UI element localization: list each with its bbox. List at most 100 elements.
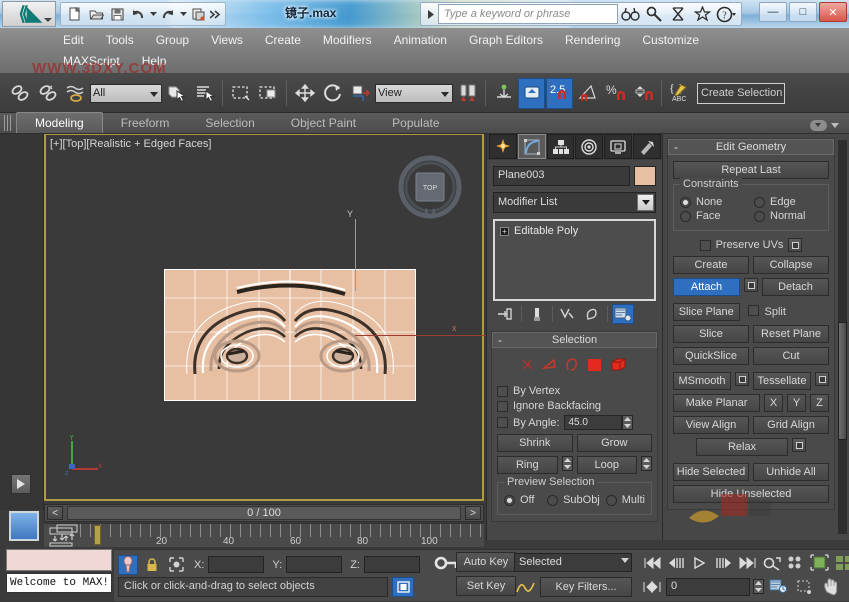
slice-reset-row[interactable]: Slice Reset Plane — [673, 325, 829, 343]
ring-loop-row[interactable]: Ring Loop — [497, 456, 652, 474]
loop-button[interactable]: Loop — [577, 456, 638, 474]
command-panel[interactable]: Plane003 Modifier List + Editable Poly — [486, 134, 662, 540]
ring-spinner[interactable] — [562, 456, 573, 471]
configure-modifier-sets-icon[interactable] — [612, 304, 634, 324]
unlink-icon[interactable] — [34, 78, 61, 109]
mini-curve-editor-icon[interactable] — [55, 523, 79, 545]
quick-access-toolbar[interactable] — [60, 2, 226, 26]
modifier-stack[interactable]: + Editable Poly — [493, 219, 656, 301]
use-pivot-center-icon[interactable] — [454, 78, 481, 109]
menu-tools[interactable]: Tools — [95, 31, 145, 49]
menu-views[interactable]: Views — [200, 31, 254, 49]
make-planar-y-button[interactable]: Y — [787, 394, 806, 412]
star-icon[interactable] — [690, 3, 714, 25]
grow-button[interactable]: Grow — [577, 434, 653, 452]
hierarchy-tab[interactable] — [547, 134, 575, 159]
pin-stack-icon[interactable] — [495, 304, 517, 324]
relax-settings-button[interactable] — [792, 438, 806, 452]
ignore-backfacing-checkbox[interactable] — [497, 401, 508, 412]
unhide-all-button[interactable]: Unhide All — [753, 463, 829, 481]
tab-modeling[interactable]: Modeling — [16, 112, 103, 133]
msmooth-tessellate-row[interactable]: MSmooth Tessellate — [673, 372, 829, 390]
spinner-down-icon[interactable] — [642, 464, 651, 471]
hide-selected-button[interactable]: Hide Selected — [673, 463, 749, 481]
go-to-end-icon[interactable] — [736, 552, 759, 573]
menu-maxscript[interactable]: MAXScript — [52, 52, 131, 70]
attach-settings-button[interactable] — [744, 278, 758, 292]
close-button[interactable]: ✕ — [819, 2, 847, 22]
redo-dropdown-icon[interactable] — [179, 4, 187, 24]
adaptive-degradation-icon[interactable] — [392, 577, 414, 597]
spinner-arrows[interactable] — [622, 415, 633, 430]
edge-icon[interactable] — [542, 357, 558, 376]
next-frame-icon[interactable] — [712, 552, 735, 573]
show-end-result-icon[interactable] — [526, 304, 548, 324]
make-planar-z-button[interactable]: Z — [810, 394, 829, 412]
repeat-last-row[interactable]: Repeat Last — [673, 161, 829, 179]
tab-populate[interactable]: Populate — [374, 113, 457, 133]
constraints-row-2[interactable]: Face Normal — [680, 210, 822, 222]
window-crossing-icon[interactable] — [255, 78, 282, 109]
panel-scrollbar[interactable] — [838, 140, 847, 534]
border-icon[interactable] — [564, 357, 580, 376]
coordinate-display-row[interactable]: X: Y: Z: — [118, 553, 468, 576]
tab-object-paint[interactable]: Object Paint — [273, 113, 374, 133]
frame-spinner[interactable] — [753, 579, 764, 594]
selection-rollout-header[interactable]: - Selection — [492, 332, 657, 348]
open-file-icon[interactable] — [86, 4, 106, 24]
mini-listener-field[interactable] — [6, 549, 112, 571]
preview-off-radio[interactable]: Off — [504, 494, 541, 506]
viewport-label[interactable]: [+][Top][Realistic + Edged Faces] — [50, 138, 211, 150]
coord-x-field[interactable] — [208, 556, 264, 573]
motion-tab[interactable] — [575, 134, 603, 159]
shrink-button[interactable]: Shrink — [497, 434, 573, 452]
menu-group[interactable]: Group — [145, 31, 200, 49]
constraint-none-radio[interactable]: None — [680, 196, 748, 208]
ribbon-expand-button[interactable] — [11, 474, 31, 494]
ribbon-minimize-icon[interactable] — [810, 120, 827, 131]
orbit-icon[interactable] — [845, 576, 849, 597]
quickslice-cut-row[interactable]: QuickSlice Cut — [673, 347, 829, 365]
snaps-toggle-icon[interactable] — [518, 78, 545, 109]
undo-icon[interactable] — [128, 4, 148, 24]
new-file-icon[interactable] — [65, 4, 85, 24]
ribbon-options[interactable] — [810, 120, 839, 133]
modifier-stack-item-editable-poly[interactable]: + Editable Poly — [498, 224, 651, 238]
attach-detach-row[interactable]: Attach Detach — [673, 278, 829, 296]
time-configuration-icon[interactable] — [760, 552, 783, 573]
selection-filter-combo[interactable]: All — [90, 84, 162, 103]
curve-editor-icon[interactable] — [514, 576, 537, 597]
slice-button[interactable]: Slice — [673, 325, 749, 343]
set-project-folder-icon[interactable] — [188, 4, 208, 24]
utilities-tab[interactable] — [633, 134, 661, 159]
search-toolbar[interactable]: Type a keyword or phrase ? — [420, 2, 742, 26]
zoom-region-icon[interactable] — [793, 576, 816, 597]
menu-customize[interactable]: Customize — [631, 31, 710, 49]
zoom-extents-all-icon[interactable] — [784, 552, 807, 573]
prompt-row[interactable]: Click or click-and-drag to select object… — [118, 577, 414, 597]
preview-multi-radio[interactable]: Multi — [606, 494, 645, 506]
save-file-icon[interactable] — [107, 4, 127, 24]
edit-geometry-header[interactable]: - Edit Geometry — [668, 139, 834, 155]
application-menu-button[interactable]: ⟪◣ — [2, 1, 56, 27]
spinner-down-icon[interactable] — [623, 423, 632, 430]
grid-align-button[interactable]: Grid Align — [753, 416, 829, 434]
repeat-last-button[interactable]: Repeat Last — [673, 161, 829, 179]
attach-button[interactable]: Attach — [673, 278, 740, 296]
constraints-row-1[interactable]: None Edge — [680, 196, 822, 208]
ribbon-grip[interactable] — [4, 115, 12, 131]
undo-dropdown-icon[interactable] — [149, 4, 157, 24]
align-row[interactable]: View Align Grid Align — [673, 416, 829, 434]
expand-plus-icon[interactable]: + — [500, 227, 509, 236]
select-and-rotate-icon[interactable] — [319, 78, 346, 109]
select-and-scale-icon[interactable] — [347, 78, 374, 109]
constraint-face-radio[interactable]: Face — [680, 210, 748, 222]
time-slider-thumb[interactable]: 0 / 100 — [67, 506, 461, 520]
track-bar[interactable]: 20 40 60 80 100 — [44, 523, 484, 547]
relax-button[interactable]: Relax — [696, 438, 788, 456]
constraint-normal-radio[interactable]: Normal — [754, 210, 822, 222]
constraint-edge-radio[interactable]: Edge — [754, 196, 822, 208]
maximize-button[interactable]: □ — [789, 2, 817, 22]
scrollbar-thumb[interactable] — [838, 322, 847, 440]
hide-row[interactable]: Hide Selected Unhide All — [673, 463, 829, 481]
